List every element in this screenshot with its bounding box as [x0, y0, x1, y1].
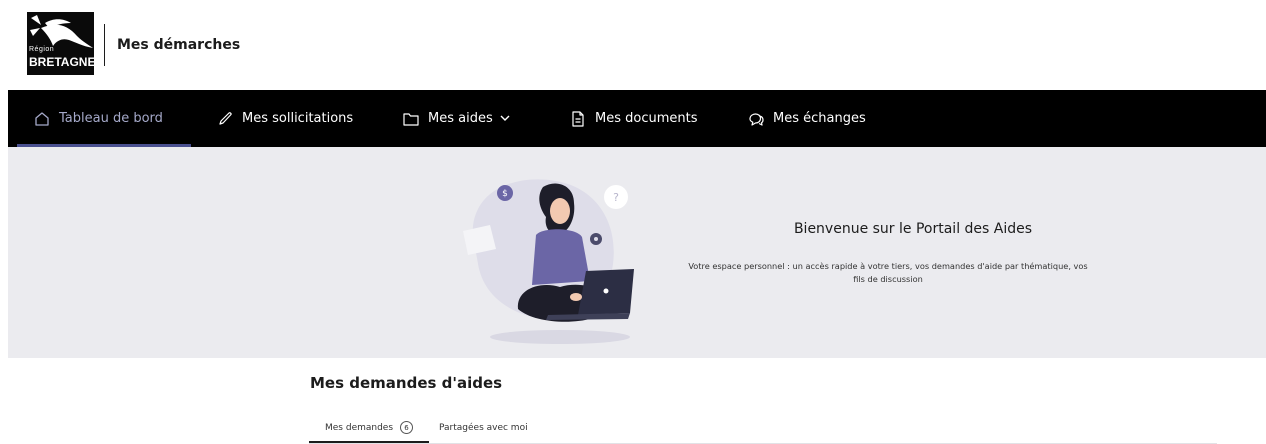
- nav-item-mes-echanges[interactable]: Mes échanges: [747, 90, 866, 147]
- hero-description: Votre espace personnel : un accès rapide…: [688, 261, 1088, 284]
- app-title: Mes démarches: [117, 37, 241, 53]
- count-badge: 6: [400, 421, 414, 434]
- nav-item-label: Tableau de bord: [59, 111, 163, 126]
- tab-label: Mes demandes: [325, 422, 394, 433]
- pen-icon: [216, 110, 234, 128]
- hero-title: Bienvenue sur le Portail des Aides: [793, 221, 1033, 237]
- chevron-down-icon: [500, 115, 510, 122]
- nav-item-tableau-de-bord[interactable]: Tableau de bord: [17, 90, 191, 147]
- nav-item-label: Mes sollicitations: [242, 111, 354, 126]
- welcome-illustration: $ ?: [463, 179, 634, 344]
- nav-item-mes-documents[interactable]: Mes documents: [569, 90, 697, 147]
- logo-bretagne-text: BRETAGNE: [29, 55, 94, 69]
- section-title-mes-demandes: Mes demandes d'aides: [310, 374, 503, 392]
- tab-mes-demandes[interactable]: Mes demandes 6: [309, 414, 430, 443]
- header: Région BRETAGNE Mes démarches: [0, 0, 1266, 90]
- nav-item-mes-aides[interactable]: Mes aides: [402, 90, 510, 147]
- nav-item-mes-sollicitations[interactable]: Mes sollicitations: [216, 90, 353, 147]
- main-nav: Tableau de bord Mes sollicitations Mes a…: [8, 90, 1266, 147]
- logo-region-text: Région: [29, 46, 55, 53]
- nav-item-label: Mes échanges: [773, 111, 866, 126]
- svg-text:$: $: [502, 189, 508, 199]
- nav-item-label: Mes aides: [428, 111, 493, 126]
- chat-icon: [747, 110, 765, 128]
- svg-text:?: ?: [613, 191, 619, 204]
- nav-item-label: Mes documents: [595, 111, 698, 126]
- region-bretagne-logo[interactable]: Région BRETAGNE: [27, 12, 94, 75]
- home-icon: [33, 110, 51, 128]
- document-icon: [569, 110, 587, 128]
- folder-icon: [402, 110, 420, 128]
- hero-banner: $ ? Bienvenue sur le Portail des Aides V…: [8, 147, 1266, 358]
- demandes-tabs: Mes demandes 6 Partagées avec moi: [309, 414, 1217, 444]
- header-divider: [104, 24, 105, 66]
- tab-partagees-avec-moi[interactable]: Partagées avec moi: [439, 414, 528, 441]
- tab-label: Partagées avec moi: [439, 422, 528, 433]
